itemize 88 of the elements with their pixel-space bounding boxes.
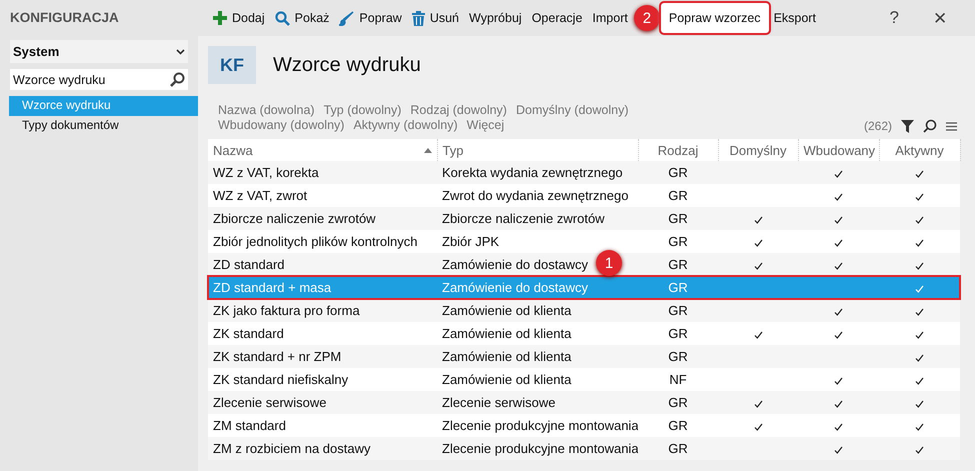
filter-link[interactable]: Więcej bbox=[466, 118, 504, 133]
table-row[interactable]: Zbiór jednolitych plików kontrolnych Zbiór JPK GR bbox=[208, 230, 960, 253]
close-button[interactable]: ✕ bbox=[927, 6, 953, 30]
toolbar-button[interactable]: Eksport bbox=[768, 7, 821, 29]
table-row[interactable]: ZK jako faktura pro forma Zamówienie od klienta GR bbox=[208, 299, 960, 322]
record-count: (262) bbox=[864, 119, 892, 133]
sidebar-item[interactable]: Typy dokumentów bbox=[9, 116, 198, 136]
table-cell: ZK standard niefiskalny bbox=[213, 372, 348, 387]
toolbar-button[interactable]: Dodaj bbox=[208, 7, 270, 29]
table-cell: GR bbox=[668, 188, 688, 203]
table-cell: GR bbox=[668, 326, 688, 341]
toolbar-button[interactable]: Pokaż bbox=[270, 6, 334, 30]
page-title: Wzorce wydruku bbox=[273, 54, 421, 76]
table-cell: NF bbox=[669, 372, 687, 387]
column-header[interactable]: Domyślny bbox=[718, 139, 798, 161]
filter-link[interactable]: Aktywny (dowolny) bbox=[353, 118, 458, 133]
chevron-icon bbox=[176, 48, 185, 54]
table-row[interactable]: ZK standard niefiskalny Zamówienie od klienta NF bbox=[208, 368, 960, 391]
table-row[interactable]: WZ z VAT, zwrot Zwrot do wydania zewnętrznego GR bbox=[208, 184, 960, 207]
table-cell: Zamówienie do dostawcy bbox=[442, 280, 588, 295]
plus-icon bbox=[213, 11, 227, 25]
search-icon bbox=[170, 72, 185, 87]
toolbar-button[interactable]: Wypróbuj bbox=[464, 7, 527, 29]
table-cell: Zlecenie serwisowe bbox=[442, 395, 556, 410]
filter-link[interactable]: Domyślny (dowolny) bbox=[516, 103, 628, 118]
table-cell: Zbiorcze naliczenie zwrotów bbox=[442, 211, 605, 226]
table-cell: Zamówienie od klienta bbox=[442, 303, 572, 318]
toolbar-button[interactable]: Popraw bbox=[334, 6, 407, 30]
table-cell: ZD standard bbox=[213, 257, 285, 272]
table-cell: Zamówienie od klienta bbox=[442, 326, 572, 341]
table-row[interactable]: ZK standard + nr ZPM Zamówienie od klienta GR bbox=[208, 345, 960, 368]
table-cell: ZK standard + nr ZPM bbox=[213, 349, 342, 364]
filter-icon[interactable] bbox=[901, 120, 914, 132]
filter-link[interactable]: Rodzaj (dowolny) bbox=[410, 103, 507, 118]
table-cell: Korekta wydania zewnętrznego bbox=[442, 165, 623, 180]
filter-link[interactable]: Typ (dowolny) bbox=[324, 103, 402, 118]
brush-icon bbox=[339, 10, 354, 26]
table-cell: GR bbox=[668, 165, 688, 180]
search-field[interactable]: Wzorce wydruku bbox=[10, 69, 188, 90]
section-dropdown[interactable]: System bbox=[10, 40, 188, 63]
toolbar-button[interactable]: Usuń bbox=[406, 6, 464, 30]
menu-icon[interactable] bbox=[946, 122, 957, 130]
search-icon bbox=[274, 10, 290, 26]
table-cell: GR bbox=[668, 303, 688, 318]
search-icon[interactable] bbox=[923, 119, 937, 133]
toolbar-button[interactable]: Import bbox=[587, 7, 633, 29]
table-row[interactable]: ZK standard Zamówienie od klienta GR bbox=[208, 322, 960, 345]
table-cell: ZK jako faktura pro forma bbox=[213, 303, 360, 318]
table-cell: ZD standard + masa bbox=[213, 280, 332, 295]
column-header[interactable]: Wbudowany bbox=[798, 139, 879, 161]
sidebar-title: KONFIGURACJA bbox=[9, 9, 120, 27]
table-cell: GR bbox=[668, 418, 688, 433]
table-cell: Zlecenie serwisowe bbox=[213, 395, 326, 410]
toolbar-button[interactable]: Operacje bbox=[526, 7, 588, 29]
table-cell: ZK standard bbox=[213, 326, 284, 341]
table-cell: WZ z VAT, korekta bbox=[213, 165, 319, 180]
trash-icon bbox=[412, 10, 425, 26]
table-cell: GR bbox=[668, 257, 688, 272]
table-row[interactable]: Zlecenie serwisowe Zlecenie serwisowe GR bbox=[208, 391, 960, 414]
table-cell: Zbiór JPK bbox=[442, 234, 500, 249]
table-row[interactable]: Zbiorcze naliczenie zwrotów Zbiorcze naliczenie zwrotów GR bbox=[208, 207, 960, 230]
table-row[interactable]: WZ z VAT, korekta Korekta wydania zewnętrznego GR bbox=[208, 161, 960, 184]
table-cell: Zwrot do wydania zewnętrznego bbox=[442, 188, 628, 203]
module-badge: KF bbox=[208, 46, 256, 84]
column-header[interactable]: Typ bbox=[437, 139, 638, 161]
step-marker: 2 bbox=[634, 5, 660, 31]
toolbar-button[interactable]: Popraw wzorzec bbox=[660, 3, 769, 33]
column-header[interactable]: Nazwa bbox=[208, 139, 437, 161]
table-cell: GR bbox=[668, 280, 688, 295]
table-cell: GR bbox=[668, 234, 688, 249]
table-cell: GR bbox=[668, 211, 688, 226]
help-button[interactable]: ? bbox=[884, 7, 905, 29]
column-header[interactable]: Aktywny bbox=[879, 139, 960, 161]
table-cell: ZM standard bbox=[213, 418, 286, 433]
table-cell: GR bbox=[668, 441, 688, 456]
table-cell: Zbiór jednolitych plików kontrolnych bbox=[213, 234, 418, 249]
table-cell: Zbiorcze naliczenie zwrotów bbox=[213, 211, 376, 226]
table-cell: WZ z VAT, zwrot bbox=[213, 188, 308, 203]
table-cell: ZM z rozbiciem na dostawy bbox=[213, 441, 370, 456]
table-cell: Zamówienie od klienta bbox=[442, 372, 572, 387]
column-header[interactable]: Rodzaj bbox=[638, 139, 718, 161]
table-cell: Zamówienie do dostawcy bbox=[442, 257, 588, 272]
sort-icon bbox=[424, 148, 432, 152]
filter-link[interactable]: Nazwa (dowolna) bbox=[218, 103, 315, 118]
table-cell: Zamówienie od klienta bbox=[442, 349, 572, 364]
table-cell: GR bbox=[668, 395, 688, 410]
filter-link[interactable]: Wbudowany (dowolny) bbox=[218, 118, 344, 133]
table-cell: GR bbox=[668, 349, 688, 364]
